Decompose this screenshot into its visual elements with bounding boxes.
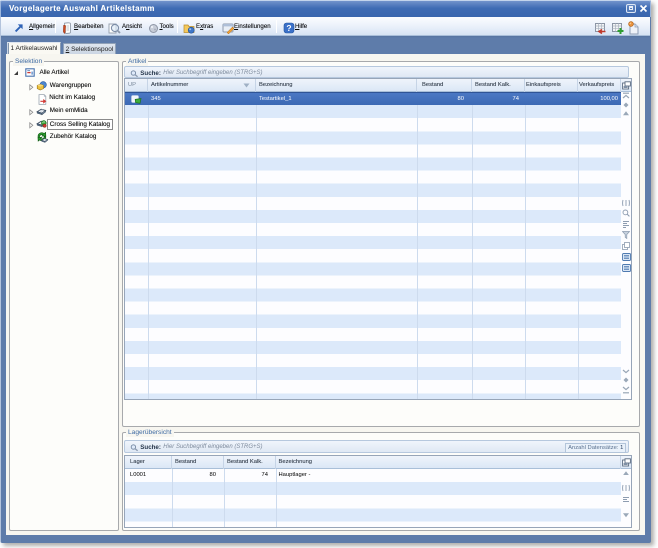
svg-text:?: ? bbox=[286, 23, 291, 33]
